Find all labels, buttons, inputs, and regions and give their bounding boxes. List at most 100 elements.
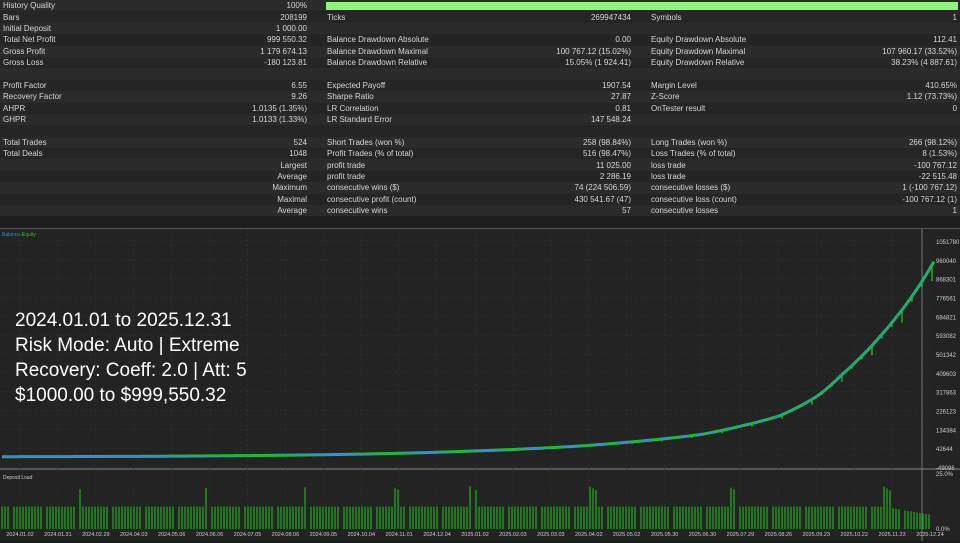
metric-label: Bars [3,12,20,22]
stats-row: Total Trades 524 Short Trades (won %) 258 (… [0,136,960,149]
metric-value: 999 550.32 [266,35,307,45]
x-tick-label: 2025.04.02 [575,532,603,538]
stats-row: Average consecutive wins 57 consecutive los… [0,205,960,217]
x-tick-label: 2025.11.23 [879,532,906,538]
y-tick-label: 226123 [936,410,957,416]
stats-row: Maximal consecutive profit (count) 430 541… [0,193,960,206]
metric-label: Balance Drawdown Maximal [327,46,428,56]
overlay-line-recovery: Recovery: Coeff: 2.0 | Att: 5 [15,360,247,381]
y-tick-label: 868301 [936,278,957,284]
metric-label: Total Trades [3,137,47,147]
metric-label: Equity Drawdown Absolute [651,35,747,45]
metric-value: 74 (224 506.59) [574,183,632,193]
metric-value: 516 (98.47%) [582,149,631,159]
x-tick-label: 2025.06.30 [689,532,717,538]
metric-label: Equity Drawdown Maximal [651,46,746,56]
stats-row: Profit Factor 6.55 Expected Payoff 1907.54 M… [0,79,960,92]
x-tick-label: 2024.08.06 [272,532,300,538]
stats-row: Total Deals 1048 Profit Trades (% of total… [0,148,960,160]
metric-label: Z-Score [651,92,680,102]
y-tick-label: 776561 [936,297,957,303]
metric-label: Balance Drawdown Relative [327,58,428,68]
metric-label: Margin Level [651,80,697,90]
metric-value: 1.0135 (1.35%) [252,103,307,113]
metric-value: 38.23% (4 887.61) [891,58,957,68]
metric-label: Total Deals [3,149,43,159]
metric-value: 269947434 [590,12,631,22]
stats-row: Maximum consecutive wins ($) 74 (224 506.5… [0,182,960,194]
y-tick-label: 409603 [936,372,957,378]
metric-value: 410.65% [925,80,957,90]
backtest-summary-overlay: 2024.01.01 to 2025.12.31 Risk Mode: Auto… [15,308,247,408]
metric-value: 1 [952,12,957,22]
deposit-load-min-label: 0.0% [936,527,950,533]
metric-value: 1048 [289,149,307,159]
metric-label: consecutive wins ($) [327,183,400,193]
legend-balance: Balance / [2,232,23,238]
overlay-line-result: $1000.00 to $999,550.32 [15,385,227,406]
metric-label: Gross Loss [3,58,44,68]
metric-label: Average [277,206,307,216]
x-tick-label: 2025.05.02 [613,532,641,538]
metric-value: 1.12 (73.73%) [906,92,957,102]
x-tick-label: 2024.09.05 [310,532,338,538]
overlay-line-risk: Risk Mode: Auto | Extreme [15,335,240,356]
deposit-load-title: Deposit Load [3,475,33,481]
metric-label: Loss Trades (% of total) [651,149,736,159]
x-tick-label: 2024.12.04 [423,532,451,538]
metric-label: Total Net Profit [3,35,56,45]
metric-value: 147 548.24 [590,115,631,125]
metric-value: 258 (98.84%) [582,137,631,147]
metric-value: 100 767.12 (15.02%) [556,46,631,56]
x-tick-label: 2025.05.30 [651,532,679,538]
x-tick-label: 2024.06.06 [196,532,224,538]
metric-label: Profit Trades (% of total) [327,149,414,159]
metric-value: 208199 [280,12,307,22]
metric-label: Maximal [277,194,307,204]
metric-value: 430 541.67 (47) [574,194,632,204]
metric-label: Average [277,172,307,182]
stats-row: Largest profit trade 11 025.00 loss trade -1… [0,159,960,171]
overlay-line-period: 2024.01.01 to 2025.12.31 [15,310,232,331]
deposit-load-max-label: 25.0% [936,472,954,478]
metric-label: Sharpe Ratio [327,92,374,102]
metric-value: -180 123.81 [264,58,307,68]
y-tick-label: 684821 [936,315,957,321]
x-tick-label: 2024.10.04 [347,532,375,538]
metric-label: consecutive loss (count) [651,194,737,204]
metric-value: -100 767.12 [914,160,957,170]
metric-label: consecutive losses ($) [651,183,731,193]
metric-value: 1 179 674.13 [260,46,307,56]
metric-label: Long Trades (won %) [651,137,728,147]
metric-label: Largest [280,160,307,170]
stats-row: Initial Deposit 1 000.00 [0,22,960,35]
metric-label: loss trade [651,172,686,182]
x-tick-label: 2024.02.29 [82,532,110,538]
metric-value: 6.55 [291,80,307,90]
history-quality-bar [326,2,958,10]
y-tick-label: 501342 [936,353,957,359]
stats-row: Average profit trade 2 286.19 loss trade -22… [0,170,960,183]
metric-value: 1907.54 [602,80,631,90]
metric-value: 8 (1.53%) [922,149,957,159]
metric-label: Recovery Factor [3,92,62,102]
metric-value: 107 960.17 (33.52%) [882,46,957,56]
metric-value: -22 515.48 [918,172,957,182]
x-tick-label: 2025.10.22 [840,532,868,538]
x-tick-label: 2025.09.23 [802,532,830,538]
metric-label: GHPR [3,115,27,125]
y-tick-label: 1051780 [936,240,960,246]
metric-label: OnTester result [651,103,706,113]
metric-value: 27.87 [610,92,631,102]
x-tick-label: 2024.01.02 [6,532,34,538]
y-tick-label: 134384 [936,428,957,434]
stats-row: GHPR 1.0133 (1.33%) LR Standard Error 147 5… [0,113,960,126]
history-quality-label: History Quality [3,1,56,11]
metric-label: Balance Drawdown Absolute [327,35,429,45]
metric-label: profit trade [327,160,366,170]
metric-value: 15.05% (1 924.41) [565,58,631,68]
metric-label: Gross Profit [3,46,46,56]
metric-value: 1.0133 (1.33%) [252,115,307,125]
metric-label: LR Correlation [327,103,379,113]
metric-value: 9.26 [291,92,307,102]
